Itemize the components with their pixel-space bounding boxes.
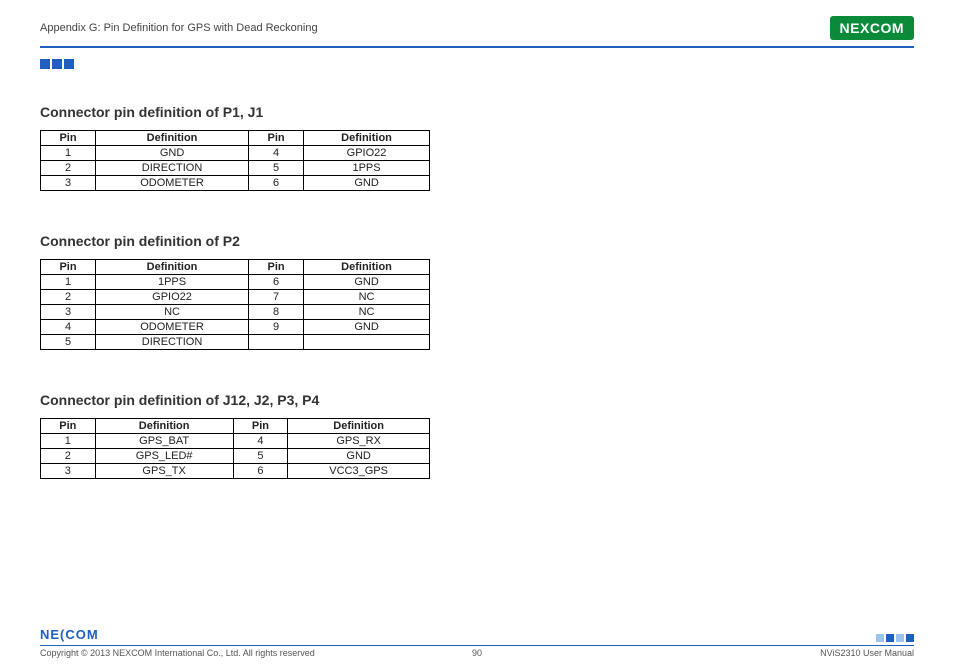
table-cell: 2 <box>41 161 96 176</box>
table-cell: ODOMETER <box>96 320 249 335</box>
table-cell: GND <box>288 449 430 464</box>
col-header: Definition <box>95 419 233 434</box>
section-j12-j2-p3-p4: Connector pin definition of J12, J2, P3,… <box>40 392 914 479</box>
table-body: 11PPS6GND2GPIO227NC3NC8NC4ODOMETER9GND5D… <box>41 275 430 350</box>
table-row: 3NC8NC <box>41 305 430 320</box>
table-row: 3GPS_TX6VCC3_GPS <box>41 464 430 479</box>
table-header-row: Pin Definition Pin Definition <box>41 131 430 146</box>
table-cell: 1 <box>41 146 96 161</box>
table-cell: 4 <box>233 434 288 449</box>
table-cell: GND <box>304 275 430 290</box>
brand-logo: NEXCOM <box>830 16 914 40</box>
header-row: Appendix G: Pin Definition for GPS with … <box>40 16 914 40</box>
table-cell: 1PPS <box>96 275 249 290</box>
section-title: Connector pin definition of P1, J1 <box>40 104 914 120</box>
table-cell: GND <box>304 320 430 335</box>
table-row: 4ODOMETER9GND <box>41 320 430 335</box>
table-cell: 6 <box>249 275 304 290</box>
col-header: Definition <box>96 131 249 146</box>
table-cell: GND <box>96 146 249 161</box>
table-cell: 1PPS <box>304 161 430 176</box>
footer-brand-logo: NE(COM <box>40 627 99 642</box>
table-cell: 5 <box>41 335 96 350</box>
pin-table-j12: Pin Definition Pin Definition 1GPS_BAT4G… <box>40 418 430 479</box>
table-cell: GPS_BAT <box>95 434 233 449</box>
table-row: 3ODOMETER6GND <box>41 176 430 191</box>
table-cell: 3 <box>41 464 96 479</box>
page-footer: NE(COM Copyright © 2013 NEXCOM Internati… <box>40 627 914 658</box>
table-cell: 7 <box>249 290 304 305</box>
table-cell: DIRECTION <box>96 335 249 350</box>
table-cell: 8 <box>249 305 304 320</box>
section-title: Connector pin definition of J12, J2, P3,… <box>40 392 914 408</box>
table-cell: 5 <box>249 161 304 176</box>
table-cell: 9 <box>249 320 304 335</box>
section-title: Connector pin definition of P2 <box>40 233 914 249</box>
table-cell: GPIO22 <box>304 146 430 161</box>
table-header-row: Pin Definition Pin Definition <box>41 260 430 275</box>
table-cell: 1 <box>41 434 96 449</box>
col-header: Pin <box>249 131 304 146</box>
table-cell: 1 <box>41 275 96 290</box>
table-row: 2DIRECTION51PPS <box>41 161 430 176</box>
table-cell: 4 <box>41 320 96 335</box>
table-cell: 5 <box>233 449 288 464</box>
table-cell: GPS_RX <box>288 434 430 449</box>
table-cell <box>304 335 430 350</box>
table-cell: 2 <box>41 449 96 464</box>
table-cell: 6 <box>233 464 288 479</box>
col-header: Definition <box>304 131 430 146</box>
footer-decorative-dots <box>876 634 914 642</box>
table-cell: GPS_LED# <box>95 449 233 464</box>
table-cell: ODOMETER <box>96 176 249 191</box>
section-p1-j1: Connector pin definition of P1, J1 Pin D… <box>40 104 914 191</box>
pin-table-p2: Pin Definition Pin Definition 11PPS6GND2… <box>40 259 430 350</box>
table-cell: 4 <box>249 146 304 161</box>
table-row: 2GPIO227NC <box>41 290 430 305</box>
header-rule <box>40 46 914 48</box>
table-row: 11PPS6GND <box>41 275 430 290</box>
col-header: Pin <box>233 419 288 434</box>
table-cell: DIRECTION <box>96 161 249 176</box>
table-cell: GND <box>304 176 430 191</box>
table-body: 1GND4GPIO222DIRECTION51PPS3ODOMETER6GND <box>41 146 430 191</box>
table-body: 1GPS_BAT4GPS_RX2GPS_LED#5GND3GPS_TX6VCC3… <box>41 434 430 479</box>
table-cell <box>249 335 304 350</box>
col-header: Definition <box>304 260 430 275</box>
table-cell: 3 <box>41 305 96 320</box>
table-cell: NC <box>304 305 430 320</box>
col-header: Pin <box>41 419 96 434</box>
decorative-squares <box>40 56 914 74</box>
col-header: Pin <box>41 131 96 146</box>
footer-rule <box>40 645 914 646</box>
table-row: 1GPS_BAT4GPS_RX <box>41 434 430 449</box>
table-cell: 6 <box>249 176 304 191</box>
page-number: 90 <box>40 648 914 658</box>
table-cell: NC <box>304 290 430 305</box>
table-header-row: Pin Definition Pin Definition <box>41 419 430 434</box>
table-cell: VCC3_GPS <box>288 464 430 479</box>
col-header: Definition <box>288 419 430 434</box>
table-row: 1GND4GPIO22 <box>41 146 430 161</box>
col-header: Definition <box>96 260 249 275</box>
table-cell: 2 <box>41 290 96 305</box>
table-cell: NC <box>96 305 249 320</box>
col-header: Pin <box>41 260 96 275</box>
breadcrumb: Appendix G: Pin Definition for GPS with … <box>40 22 318 34</box>
table-cell: GPIO22 <box>96 290 249 305</box>
table-cell: 3 <box>41 176 96 191</box>
col-header: Pin <box>249 260 304 275</box>
table-row: 2GPS_LED#5GND <box>41 449 430 464</box>
table-row: 5DIRECTION <box>41 335 430 350</box>
table-cell: GPS_TX <box>95 464 233 479</box>
pin-table-p1-j1: Pin Definition Pin Definition 1GND4GPIO2… <box>40 130 430 191</box>
section-p2: Connector pin definition of P2 Pin Defin… <box>40 233 914 350</box>
